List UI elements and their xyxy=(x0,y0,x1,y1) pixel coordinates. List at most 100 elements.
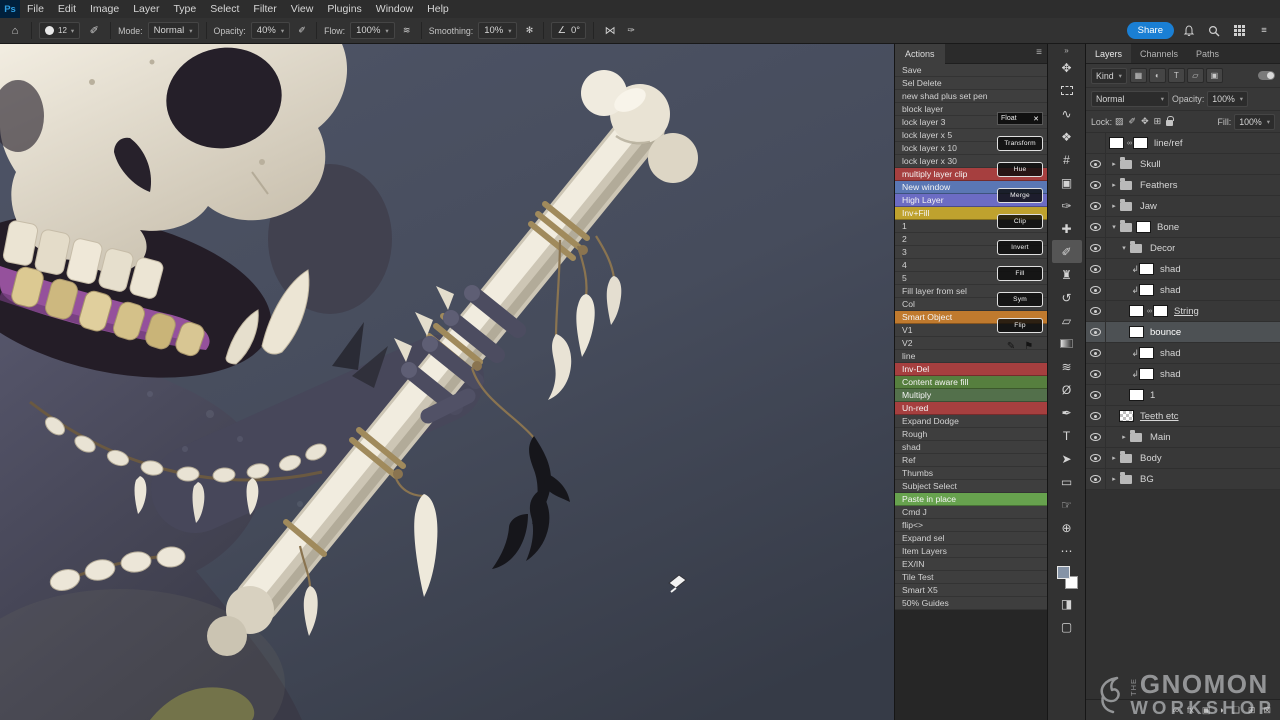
layer-1[interactable]: 1 xyxy=(1086,385,1280,406)
action-inv-del[interactable]: Inv-Del xyxy=(895,363,1047,376)
layer-thumbnail[interactable] xyxy=(1129,305,1144,317)
layer-decor[interactable]: ▾Decor xyxy=(1086,238,1280,259)
float-button-merge[interactable]: Merge xyxy=(997,188,1043,203)
mode-select[interactable]: Normal ▾ xyxy=(148,22,199,39)
visibility-toggle[interactable] xyxy=(1086,322,1106,342)
expand-caret-icon[interactable]: ▸ xyxy=(1109,454,1119,462)
opacity-select[interactable]: 40% ▾ xyxy=(251,22,290,39)
zoom-tool[interactable]: ⊕ xyxy=(1052,516,1082,539)
blur-tool[interactable]: ≋ xyxy=(1052,355,1082,378)
menu-filter[interactable]: Filter xyxy=(246,0,283,18)
layer-bg[interactable]: ▸BG xyxy=(1086,469,1280,490)
object-selection-tool[interactable]: ❖ xyxy=(1052,125,1082,148)
action-ex-in[interactable]: EX/IN xyxy=(895,558,1047,571)
new-layer-icon[interactable]: ⊞ xyxy=(1248,705,1256,716)
menu-window[interactable]: Window xyxy=(369,0,420,18)
layer-thumbnail[interactable] xyxy=(1139,263,1154,275)
brush-tool[interactable]: ✐ xyxy=(1052,240,1082,263)
canvas-area[interactable] xyxy=(0,44,894,720)
layer-thumbnail[interactable] xyxy=(1129,389,1144,401)
add-mask-icon[interactable]: ▣ xyxy=(1202,705,1211,716)
adjustment-filter-icon[interactable]: ◐ xyxy=(1149,68,1166,83)
visibility-toggle[interactable] xyxy=(1086,133,1106,153)
lock-all-icon[interactable] xyxy=(1166,120,1173,126)
airbrush-icon[interactable]: ≋ xyxy=(400,25,414,36)
action-50-guides[interactable]: 50% Guides xyxy=(895,597,1047,610)
layer-thumbnail[interactable] xyxy=(1139,347,1154,359)
expand-caret-icon[interactable]: ▸ xyxy=(1109,181,1119,189)
quick-mask[interactable]: ◨ xyxy=(1052,592,1082,615)
menu-help[interactable]: Help xyxy=(420,0,456,18)
float-panel-header[interactable]: Float ✕ xyxy=(997,112,1043,125)
clone-stamp-tool[interactable]: ♜ xyxy=(1052,263,1082,286)
visibility-toggle[interactable] xyxy=(1086,469,1106,489)
action-multiply[interactable]: Multiply xyxy=(895,389,1047,402)
lock-position-icon[interactable]: ✥ xyxy=(1141,116,1149,127)
visibility-toggle[interactable] xyxy=(1086,406,1106,426)
expand-caret-icon[interactable]: ▸ xyxy=(1109,202,1119,210)
notifications-bell-icon[interactable] xyxy=(1179,22,1199,40)
action-flip[interactable]: flip<> xyxy=(895,519,1047,532)
brush-settings-panel-icon[interactable]: ✐ xyxy=(85,24,103,37)
visibility-toggle[interactable] xyxy=(1086,301,1106,321)
type-tool[interactable]: T xyxy=(1052,424,1082,447)
crop-tool[interactable]: # xyxy=(1052,148,1082,171)
hand-tool[interactable]: ☞ xyxy=(1052,493,1082,516)
action-un-red[interactable]: Un-red xyxy=(895,402,1047,415)
visibility-toggle[interactable] xyxy=(1086,196,1106,216)
float-button-fill[interactable]: Fill xyxy=(997,266,1043,281)
layer-thumbnail[interactable] xyxy=(1129,326,1144,338)
layer-opacity-select[interactable]: 100% ▾ xyxy=(1207,91,1248,107)
visibility-toggle[interactable] xyxy=(1086,364,1106,384)
edit-toolbar[interactable]: ⋯ xyxy=(1052,539,1082,562)
pen-tool[interactable]: ✒ xyxy=(1052,401,1082,424)
tab-channels[interactable]: Channels xyxy=(1131,44,1187,63)
menu-edit[interactable]: Edit xyxy=(51,0,83,18)
float-button-sym[interactable]: Sym xyxy=(997,292,1043,307)
layer-line-ref[interactable]: ∞line/ref xyxy=(1086,133,1280,154)
menu-file[interactable]: File xyxy=(20,0,51,18)
color-swatches[interactable] xyxy=(1052,562,1082,592)
tab-actions[interactable]: Actions xyxy=(895,44,945,64)
close-icon[interactable]: ✕ xyxy=(1033,115,1039,123)
visibility-toggle[interactable] xyxy=(1086,343,1106,363)
marquee-tool[interactable] xyxy=(1052,79,1082,102)
visibility-toggle[interactable] xyxy=(1086,217,1106,237)
layer-shad[interactable]: ↳shad xyxy=(1086,259,1280,280)
frame-tool[interactable]: ▣ xyxy=(1052,171,1082,194)
symmetry-icon[interactable]: ⋈ xyxy=(601,24,619,37)
visibility-toggle[interactable] xyxy=(1086,448,1106,468)
delete-layer-icon[interactable]: ⊠ xyxy=(1263,705,1271,716)
lock-transparency-icon[interactable]: ▨ xyxy=(1115,116,1124,127)
menu-layer[interactable]: Layer xyxy=(126,0,166,18)
visibility-toggle[interactable] xyxy=(1086,280,1106,300)
menu-plugins[interactable]: Plugins xyxy=(320,0,368,18)
fill-select[interactable]: 100% ▾ xyxy=(1234,114,1275,130)
home-icon[interactable]: ⌂ xyxy=(6,25,24,37)
lock-pixels-icon[interactable]: ✐ xyxy=(1129,116,1137,127)
action-smart-x5[interactable]: Smart X5 xyxy=(895,584,1047,597)
float-button-invert[interactable]: Invert xyxy=(997,240,1043,255)
layer-bone[interactable]: ▾Bone xyxy=(1086,217,1280,238)
visibility-toggle[interactable] xyxy=(1086,154,1106,174)
action-tile-test[interactable]: Tile Test xyxy=(895,571,1047,584)
brush-preset-picker[interactable]: 12 ▾ xyxy=(39,22,80,39)
visibility-toggle[interactable] xyxy=(1086,175,1106,195)
filter-toggle[interactable] xyxy=(1258,71,1275,80)
float-button-flip[interactable]: Flip xyxy=(997,318,1043,333)
layer-string[interactable]: ∞String xyxy=(1086,301,1280,322)
share-button[interactable]: Share xyxy=(1127,22,1174,39)
action-cmd-j[interactable]: Cmd J xyxy=(895,506,1047,519)
visibility-toggle[interactable] xyxy=(1086,427,1106,447)
pressure-opacity-icon[interactable]: ✐ xyxy=(295,25,309,36)
action-sel-delete[interactable]: Sel Delete xyxy=(895,77,1047,90)
layer-thumbnail[interactable] xyxy=(1119,410,1134,422)
pressure-size-icon[interactable]: ✑ xyxy=(624,25,638,36)
action-paste-in-place[interactable]: Paste in place xyxy=(895,493,1047,506)
brush-angle-input[interactable]: ∠ 0° xyxy=(551,22,586,39)
visibility-toggle[interactable] xyxy=(1086,385,1106,405)
action-rough[interactable]: Rough xyxy=(895,428,1047,441)
type-filter-icon[interactable]: T xyxy=(1168,68,1185,83)
pen-icon[interactable]: ✎ xyxy=(1007,341,1015,352)
action-shad[interactable]: shad xyxy=(895,441,1047,454)
